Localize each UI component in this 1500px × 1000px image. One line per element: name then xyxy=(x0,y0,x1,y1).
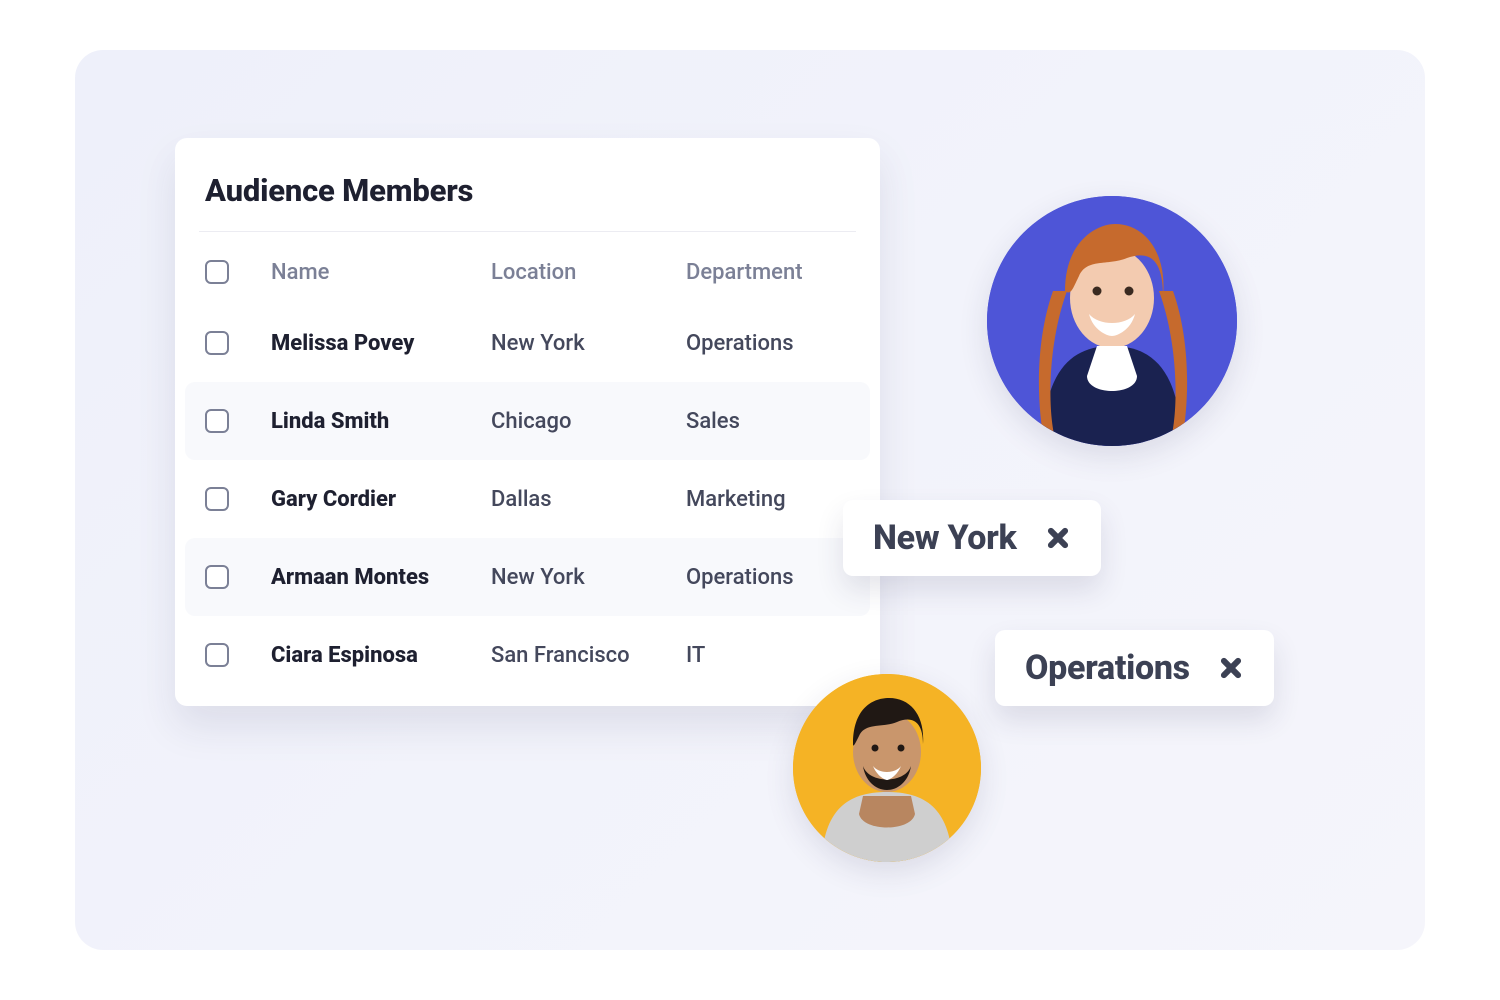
row-name: Ciara Espinosa xyxy=(271,643,491,668)
row-location: New York xyxy=(491,565,686,590)
table-row[interactable]: Melissa Povey New York Operations xyxy=(185,304,870,382)
row-checkbox[interactable] xyxy=(205,565,229,589)
row-name: Armaan Montes xyxy=(271,565,491,590)
avatar-illustration xyxy=(793,674,981,862)
row-checkbox[interactable] xyxy=(205,331,229,355)
row-checkbox[interactable] xyxy=(205,409,229,433)
table-row[interactable]: Ciara Espinosa San Francisco IT xyxy=(185,616,870,694)
row-location: Chicago xyxy=(491,409,686,434)
column-header-location[interactable]: Location xyxy=(491,260,686,285)
card-title: Audience Members xyxy=(175,168,880,231)
row-department: Sales xyxy=(686,409,856,434)
table-row[interactable]: Gary Cordier Dallas Marketing xyxy=(185,460,870,538)
avatar xyxy=(793,674,981,862)
row-location: Dallas xyxy=(491,487,686,512)
row-name: Melissa Povey xyxy=(271,331,491,356)
row-location: San Francisco xyxy=(491,643,686,668)
table-header-row: Name Location Department xyxy=(175,240,880,304)
row-department: Marketing xyxy=(686,487,856,512)
row-location: New York xyxy=(491,331,686,356)
row-department: Operations xyxy=(686,331,856,356)
row-department: Operations xyxy=(686,565,856,590)
filter-chip-department[interactable]: Operations xyxy=(995,630,1274,706)
close-icon[interactable] xyxy=(1045,525,1071,551)
avatar-illustration xyxy=(987,196,1237,446)
close-icon[interactable] xyxy=(1218,655,1244,681)
avatar xyxy=(987,196,1237,446)
row-department: IT xyxy=(686,643,856,668)
table-row[interactable]: Linda Smith Chicago Sales xyxy=(185,382,870,460)
column-header-department[interactable]: Department xyxy=(686,260,856,285)
chip-label: Operations xyxy=(1025,648,1190,688)
filter-chip-location[interactable]: New York xyxy=(843,500,1101,576)
table-row[interactable]: Armaan Montes New York Operations xyxy=(185,538,870,616)
row-checkbox[interactable] xyxy=(205,487,229,511)
row-name: Linda Smith xyxy=(271,409,491,434)
divider xyxy=(199,231,856,232)
audience-members-card: Audience Members Name Location Departmen… xyxy=(175,138,880,706)
canvas: Audience Members Name Location Departmen… xyxy=(75,50,1425,950)
row-name: Gary Cordier xyxy=(271,487,491,512)
chip-label: New York xyxy=(873,518,1017,558)
row-checkbox[interactable] xyxy=(205,643,229,667)
column-header-name[interactable]: Name xyxy=(271,260,491,285)
select-all-checkbox[interactable] xyxy=(205,260,229,284)
